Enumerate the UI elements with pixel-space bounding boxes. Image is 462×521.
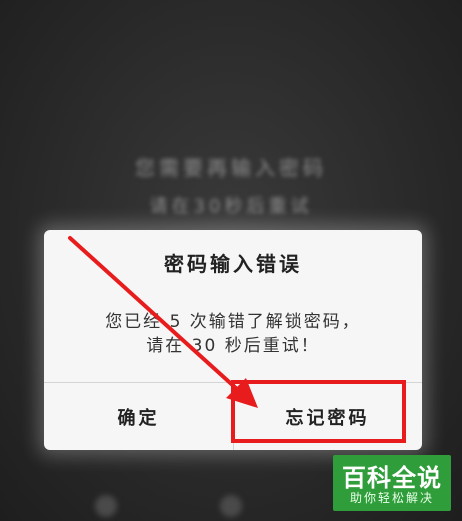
watermark-subtitle: 助你轻松解决 <box>349 491 434 505</box>
watermark-title: 百科全说 <box>342 464 442 492</box>
watermark-logo: 百科全说 助你轻松解决 <box>333 455 451 511</box>
pointer-arrow-icon <box>68 236 258 408</box>
